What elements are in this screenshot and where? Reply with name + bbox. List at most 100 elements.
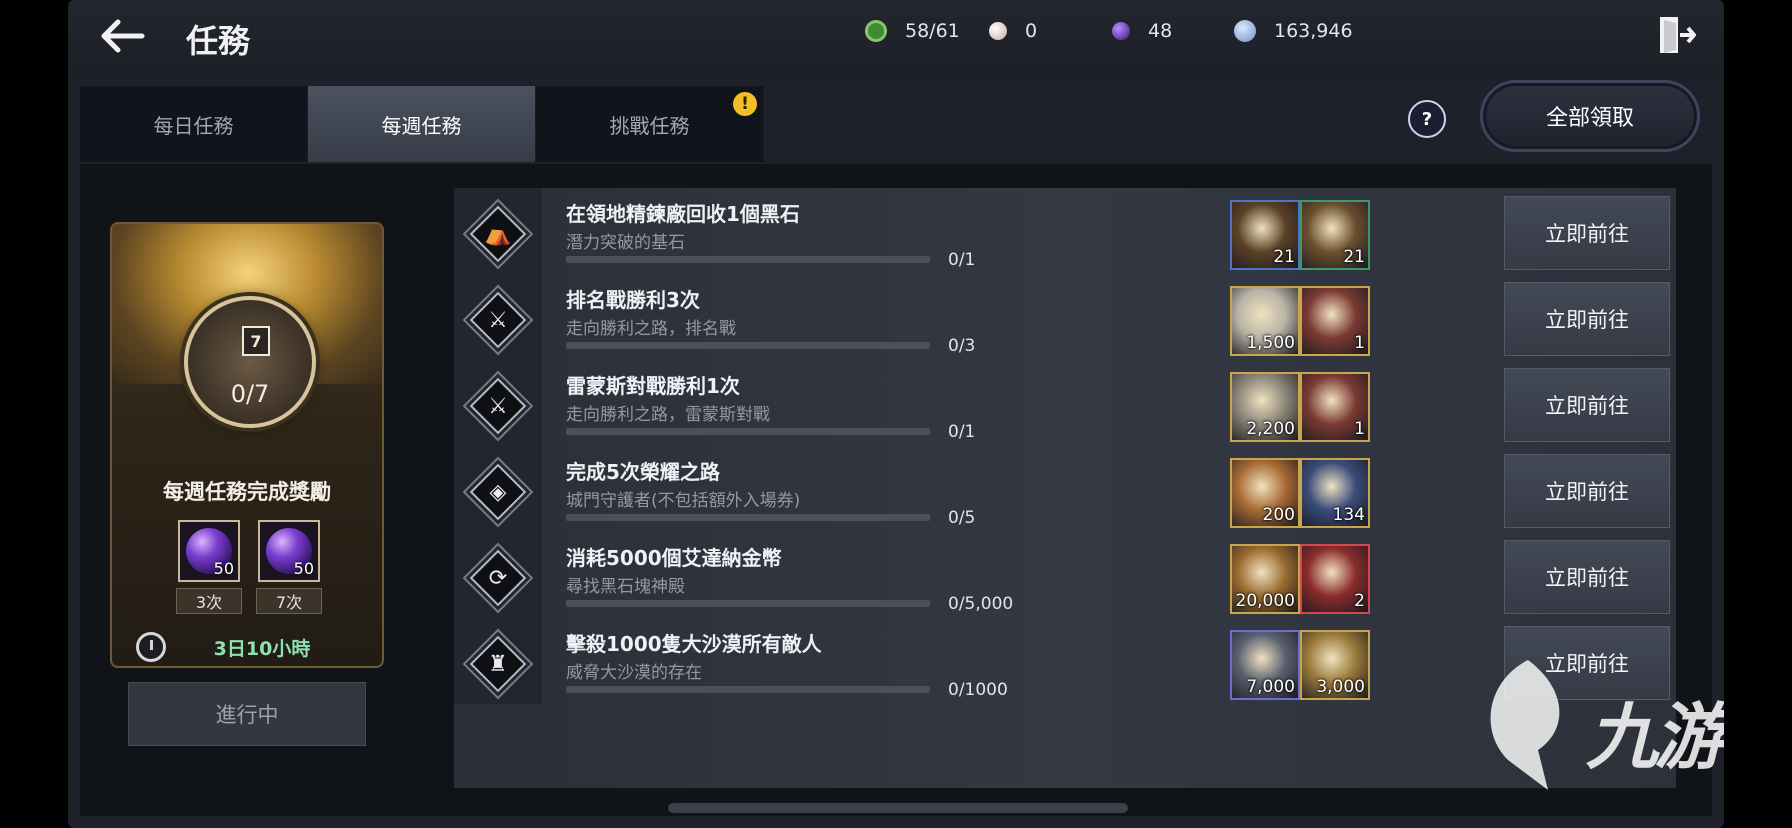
pearl-icon [989,22,1007,40]
tab-daily[interactable]: 每日任務 [80,86,308,162]
reward-quantity: 2,200 [1246,419,1295,439]
go-now-button[interactable]: 立即前往 [1504,282,1670,356]
tab-daily-label: 每日任務 [153,113,234,138]
help-question-icon[interactable]: ? [1408,100,1446,138]
progress-medallion: 7 0/7 [184,296,316,428]
reward-item[interactable]: 50 [258,520,320,582]
back-arrow-icon[interactable] [96,16,148,56]
go-now-button[interactable]: 立即前往 [1504,368,1670,442]
task-reward-item[interactable]: 2,200 [1230,372,1300,442]
task-progress-bar [566,514,930,521]
task-title: 擊殺1000隻大沙漠所有敵人 [566,632,822,656]
reward-quantity: 134 [1332,505,1365,525]
tab-weekly-label: 每週任務 [381,113,462,138]
weekly-progress: 0/7 [230,380,270,408]
reward-tier-label: 7次 [256,588,322,614]
task-progress-text: 0/3 [948,336,976,356]
tab-weekly[interactable]: 每週任務 [308,86,536,162]
spiral-icon: ◈ [489,479,507,505]
task-subtitle: 潛力突破的基石 [566,233,685,253]
task-row: ♜ 擊殺1000隻大沙漠所有敵人 威脅大沙漠的存在 0/1000 立即前往 7,… [454,618,1676,710]
exit-door-icon[interactable] [1656,14,1696,56]
reward-quantity: 7,000 [1246,677,1295,697]
task-progress-text: 0/1000 [948,680,1008,700]
task-row [454,704,1676,788]
page-title: 任務 [186,22,251,60]
energy-value: 58/61 [905,20,960,42]
task-reward-item[interactable]: 20,000 [1230,544,1300,614]
task-subtitle: 城門守護者(不包括額外入場券) [566,491,801,511]
reward-title: 每週任務完成獎勵 [163,480,331,504]
go-now-button[interactable]: 立即前往 [1504,626,1670,700]
task-subtitle: 威脅大沙漠的存在 [566,663,702,683]
task-icon-cell: ◈ [454,446,542,538]
crossed-swords-icon: ⚔ [488,307,508,333]
viking-helmet-icon: ♜ [488,651,508,677]
weekly-reward-card: 7 0/7 每週任務完成獎勵 50 50 3次 7次 3日10小時 [110,222,384,668]
reward-quantity: 21 [1343,247,1365,267]
reward-quantity: 200 [1262,505,1295,525]
task-icon-cell: ♜ [454,618,542,710]
reward-item[interactable]: 50 [178,520,240,582]
reward-count: 50 [213,559,234,578]
camp-tent-icon: ⛺ [484,221,512,247]
crossed-swords-icon: ⚔ [488,393,508,419]
task-title: 在領地精鍊廠回收1個黑石 [566,202,800,226]
task-icon-cell: ⚔ [454,360,542,452]
task-reward-item[interactable]: 1,500 [1230,286,1300,356]
task-title: 雷蒙斯對戰勝利1次 [566,374,740,398]
leaf-coin-icon [865,20,887,42]
black-stone-resource: 48 [1112,18,1172,44]
task-reward-item[interactable]: 2 [1300,544,1370,614]
go-now-button[interactable]: 立即前往 [1504,454,1670,528]
task-subtitle: 走向勝利之路，雷蒙斯對戰 [566,405,770,425]
reward-quantity: 1 [1354,419,1365,439]
task-icon-cell: ⚔ [454,274,542,366]
task-progress-bar [566,342,930,349]
reward-quantity: 3,000 [1316,677,1365,697]
silver-value: 163,946 [1274,20,1353,42]
task-title: 消耗5000個艾達納金幣 [566,546,782,570]
reward-quantity: 20,000 [1235,591,1295,611]
task-reward-item[interactable]: 21 [1300,200,1370,270]
pearl-resource: 0 [989,18,1037,44]
refresh-icon: ⟳ [488,565,508,591]
top-bar: 任務 58/61 0 48 163,946 [68,0,1724,80]
task-row: ⟳ 消耗5000個艾達納金幣 尋找黑石塊神殿 0/5,000 立即前往 20,0… [454,532,1676,624]
task-reward-item[interactable]: 21 [1230,200,1300,270]
task-title: 完成5次榮耀之路 [566,460,720,484]
task-title: 排名戰勝利3次 [566,288,700,312]
energy-resource: 58/61 [865,18,960,44]
reward-count: 50 [293,559,314,578]
task-progress-bar [566,428,930,435]
task-content: 7 0/7 每週任務完成獎勵 50 50 3次 7次 3日10小時 進行中 ⛺ … [80,164,1712,816]
task-reward-item[interactable]: 1 [1300,286,1370,356]
game-window: 任務 58/61 0 48 163,946 每日任務 每週任務 挑戰任務 ! ? [68,0,1724,828]
claim-all-button[interactable]: 全部領取 [1480,80,1700,152]
silver-resource: 163,946 [1234,18,1353,44]
task-subtitle: 尋找黑石塊神殿 [566,577,685,597]
scroll-indicator[interactable] [668,803,1128,813]
task-reward-item[interactable]: 3,000 [1300,630,1370,700]
go-now-button[interactable]: 立即前往 [1504,196,1670,270]
tab-challenge[interactable]: 挑戰任務 ! [536,86,764,162]
task-progress-text: 0/1 [948,250,976,270]
task-progress-text: 0/5,000 [948,594,1014,614]
task-reward-item[interactable]: 1 [1300,372,1370,442]
task-progress-text: 0/1 [948,422,976,442]
task-reward-item[interactable]: 7,000 [1230,630,1300,700]
task-icon-cell: ⟳ [454,532,542,624]
task-list: ⛺ 在領地精鍊廠回收1個黑石 潛力突破的基石 0/1 立即前往 21 21 ⚔ 排… [454,188,1676,788]
silver-coin-icon [1234,20,1256,42]
clock-icon [136,632,166,662]
in-progress-button[interactable]: 進行中 [128,682,366,746]
pearl-value: 0 [1025,20,1038,42]
task-row: ⛺ 在領地精鍊廠回收1個黑石 潛力突破的基石 0/1 立即前往 21 21 [454,188,1676,280]
purple-orb-icon [1112,22,1130,40]
reward-quantity: 1,500 [1246,333,1295,353]
task-reward-item[interactable]: 134 [1300,458,1370,528]
task-progress-bar [566,256,930,263]
reward-quantity: 1 [1354,333,1365,353]
go-now-button[interactable]: 立即前往 [1504,540,1670,614]
task-reward-item[interactable]: 200 [1230,458,1300,528]
